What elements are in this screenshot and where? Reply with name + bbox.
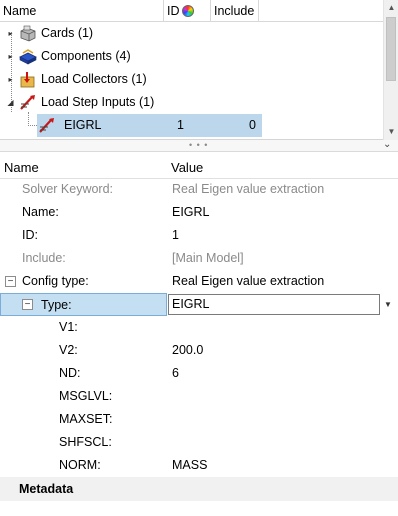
- type-select[interactable]: EIGRL: [168, 294, 380, 315]
- panel-splitter[interactable]: • • • ⌄: [0, 139, 398, 152]
- scrollbar-thumb[interactable]: [386, 17, 396, 81]
- property-column-value: Value: [171, 160, 204, 175]
- scroll-up-icon[interactable]: ▲: [384, 0, 398, 16]
- property-row-name[interactable]: Name: EIGRL: [0, 201, 398, 224]
- chevron-down-icon[interactable]: ▼: [381, 294, 395, 315]
- splitter-grip-icon[interactable]: • • •: [189, 140, 208, 150]
- type-key-cell[interactable]: − Type:: [0, 293, 167, 316]
- property-value[interactable]: Real Eigen value extraction: [172, 270, 324, 293]
- property-row-shfscl[interactable]: SHFSCL:: [0, 431, 398, 454]
- property-key: Name:: [22, 205, 59, 219]
- property-value[interactable]: 200.0: [172, 339, 203, 362]
- property-row-config-type[interactable]: − Config type: Real Eigen value extracti…: [0, 270, 398, 293]
- expand-arrow-icon[interactable]: ▸: [6, 52, 15, 61]
- column-header-name[interactable]: Name: [0, 0, 164, 22]
- model-browser-tree: Name ID Include ▸ Cards (1) ▸ Components…: [0, 0, 398, 140]
- tree-item-label: Components (4): [41, 49, 131, 63]
- property-value[interactable]: 6: [172, 362, 179, 385]
- load-step-inputs-icon: [20, 95, 35, 110]
- property-value[interactable]: 1: [172, 224, 179, 247]
- expand-arrow-icon[interactable]: ▸: [6, 29, 15, 38]
- panel-footer: [0, 504, 398, 516]
- tree-item-label: Load Step Inputs (1): [41, 95, 155, 109]
- property-row-type[interactable]: − Type: EIGRL ▼: [0, 293, 398, 316]
- column-header-include[interactable]: Include: [211, 0, 259, 22]
- property-row-v2[interactable]: V2: 200.0: [0, 339, 398, 362]
- tree-item-include: 0: [249, 118, 256, 132]
- property-row-norm[interactable]: NORM: MASS: [0, 454, 398, 477]
- tree-line: [28, 125, 37, 126]
- tree-vertical-scrollbar[interactable]: ▲ ▼: [383, 0, 398, 140]
- property-key: Include:: [22, 251, 66, 265]
- property-key: V2:: [59, 343, 78, 357]
- tree-item-label: Cards (1): [41, 26, 94, 40]
- property-row-include: Include: [Main Model]: [0, 247, 398, 270]
- tree-item-id: 1: [177, 118, 184, 132]
- property-column-name: Name: [4, 160, 39, 175]
- property-key: ID:: [22, 228, 38, 242]
- property-value: [Main Model]: [172, 251, 244, 265]
- property-row-maxset[interactable]: MAXSET:: [0, 408, 398, 431]
- property-row-msglvl[interactable]: MSGLVL:: [0, 385, 398, 408]
- column-header-id[interactable]: ID: [164, 0, 211, 22]
- metadata-section[interactable]: Metadata: [0, 477, 398, 501]
- tree-item-load-collectors[interactable]: ▸ Load Collectors (1): [0, 68, 383, 91]
- property-row-nd[interactable]: ND: 6: [0, 362, 398, 385]
- property-value[interactable]: MASS: [172, 454, 207, 477]
- tree-item-eigrl[interactable]: EIGRL 1 0: [37, 114, 262, 137]
- property-key: MSGLVL:: [59, 389, 113, 403]
- collapse-arrow-icon[interactable]: ◢: [6, 98, 15, 107]
- property-key: SHFSCL:: [59, 435, 112, 449]
- collapse-group-icon[interactable]: −: [5, 276, 16, 287]
- property-key: Type:: [41, 298, 72, 312]
- tree-item-components[interactable]: ▸ Components (4): [0, 45, 383, 68]
- property-key: Config type:: [22, 274, 89, 288]
- collapse-panel-icon[interactable]: ⌄: [383, 139, 391, 150]
- property-value[interactable]: EIGRL: [172, 201, 210, 224]
- expand-arrow-icon[interactable]: ▸: [6, 75, 15, 84]
- tree-body: ▸ Cards (1) ▸ Components (4) ▸ Load Coll…: [0, 22, 383, 140]
- property-key: Solver Keyword:: [22, 182, 114, 196]
- tree-line: [28, 112, 29, 126]
- color-wheel-icon[interactable]: [181, 5, 194, 17]
- property-key: V1:: [59, 320, 78, 334]
- property-key: ND:: [59, 366, 81, 380]
- tree-item-load-step-inputs[interactable]: ◢ Load Step Inputs (1): [0, 91, 383, 114]
- collapse-group-icon[interactable]: −: [22, 299, 33, 310]
- eigrl-icon: [39, 118, 54, 133]
- cards-icon: [20, 25, 36, 42]
- load-collectors-icon: [20, 72, 35, 88]
- scroll-down-icon[interactable]: ▼: [384, 124, 398, 140]
- components-icon: [19, 49, 37, 65]
- tree-item-label: EIGRL: [64, 118, 102, 132]
- tree-item-cards[interactable]: ▸ Cards (1): [0, 22, 383, 45]
- property-key: MAXSET:: [59, 412, 113, 426]
- tree-item-label: Load Collectors (1): [41, 72, 147, 86]
- property-value: Real Eigen value extraction: [172, 182, 325, 196]
- property-row-v1[interactable]: V1:: [0, 316, 398, 339]
- property-row-id[interactable]: ID: 1: [0, 224, 398, 247]
- property-row-solver-keyword: Solver Keyword: Real Eigen value extract…: [0, 178, 398, 201]
- property-grid-header: Name Value: [0, 157, 398, 179]
- property-key: NORM:: [59, 458, 101, 472]
- tree-header: Name ID Include: [0, 0, 383, 22]
